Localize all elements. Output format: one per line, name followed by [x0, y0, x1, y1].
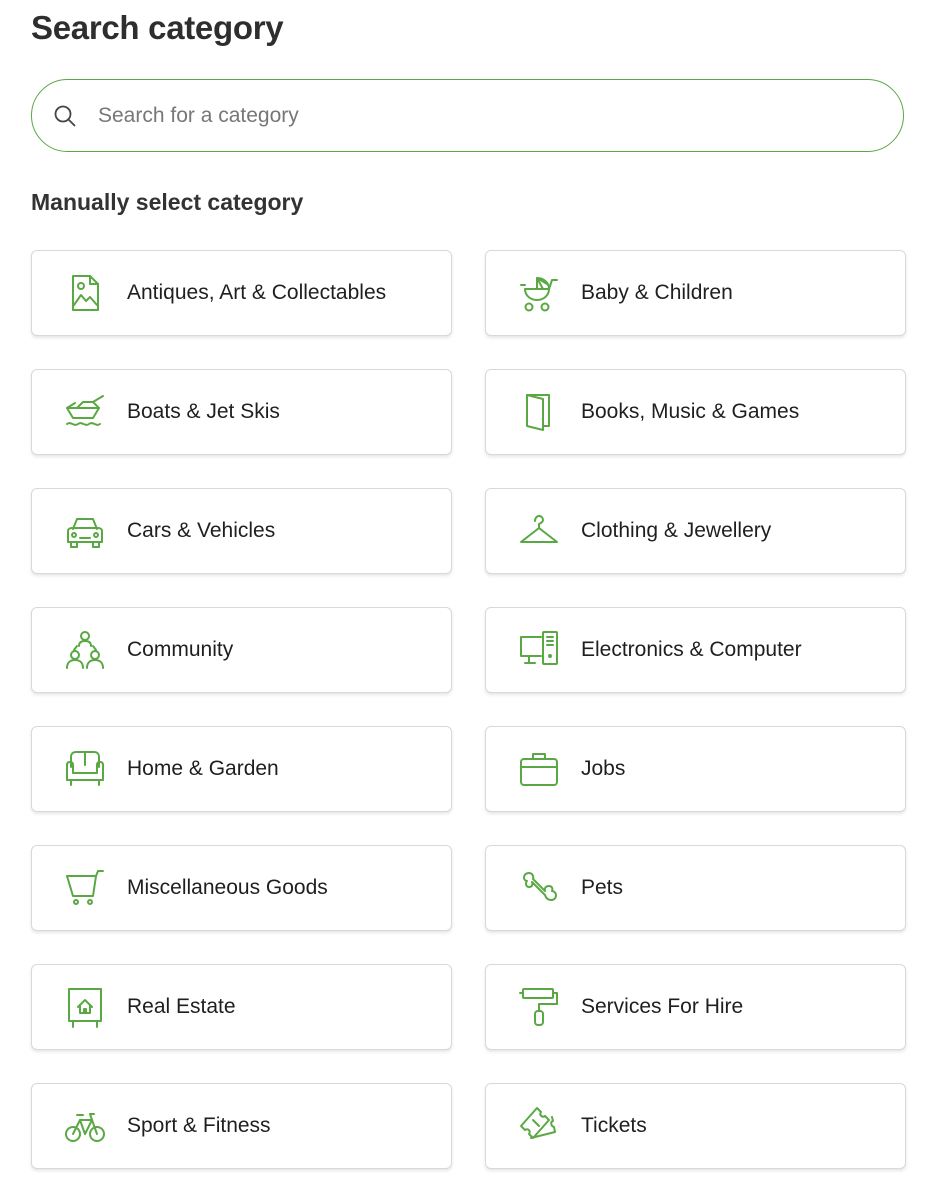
category-card-books[interactable]: Books, Music & Games [485, 369, 906, 455]
category-card-baby-children[interactable]: Baby & Children [485, 250, 906, 336]
category-card-jobs[interactable]: Jobs [485, 726, 906, 812]
boat-icon [63, 390, 107, 434]
category-label: Home & Garden [127, 757, 279, 780]
search-icon [53, 104, 77, 128]
category-label: Electronics & Computer [581, 638, 802, 661]
book-icon [517, 390, 561, 434]
bone-icon [517, 866, 561, 910]
category-label: Sport & Fitness [127, 1114, 271, 1137]
category-label: Books, Music & Games [581, 400, 800, 423]
category-card-sport-fitness[interactable]: Sport & Fitness [31, 1083, 452, 1169]
category-label: Tickets [581, 1114, 647, 1137]
shopping-cart-icon [63, 866, 107, 910]
category-card-pets[interactable]: Pets [485, 845, 906, 931]
category-card-real-estate[interactable]: Real Estate [31, 964, 452, 1050]
category-card-electronics[interactable]: Electronics & Computer [485, 607, 906, 693]
category-label: Clothing & Jewellery [581, 519, 772, 542]
search-box[interactable] [31, 79, 904, 152]
category-card-misc-goods[interactable]: Miscellaneous Goods [31, 845, 452, 931]
category-label: Miscellaneous Goods [127, 876, 328, 899]
category-label: Services For Hire [581, 995, 744, 1018]
category-page: Search category Manually select category… [0, 0, 933, 1177]
category-card-cars[interactable]: Cars & Vehicles [31, 488, 452, 574]
picture-frame-icon [63, 271, 107, 315]
category-grid: Antiques, Art & Collectables Baby & Chil… [31, 250, 906, 1169]
people-group-icon [63, 628, 107, 672]
ticket-icon [517, 1104, 561, 1148]
car-icon [63, 509, 107, 553]
category-card-boats[interactable]: Boats & Jet Skis [31, 369, 452, 455]
house-sign-icon [63, 985, 107, 1029]
category-card-antiques[interactable]: Antiques, Art & Collectables [31, 250, 452, 336]
category-label: Boats & Jet Skis [127, 400, 280, 423]
desktop-computer-icon [517, 628, 561, 672]
sofa-icon [63, 747, 107, 791]
category-card-tickets[interactable]: Tickets [485, 1083, 906, 1169]
category-card-home-garden[interactable]: Home & Garden [31, 726, 452, 812]
paint-roller-icon [517, 985, 561, 1029]
category-label: Jobs [581, 757, 626, 780]
category-label: Antiques, Art & Collectables [127, 281, 387, 304]
category-label: Real Estate [127, 995, 236, 1018]
category-card-community[interactable]: Community [31, 607, 452, 693]
category-card-clothing[interactable]: Clothing & Jewellery [485, 488, 906, 574]
category-label: Pets [581, 876, 624, 899]
briefcase-icon [517, 747, 561, 791]
search-input[interactable] [98, 85, 873, 146]
page-title: Search category [31, 9, 284, 46]
category-label: Community [127, 638, 234, 661]
category-label: Cars & Vehicles [127, 519, 276, 542]
category-card-services[interactable]: Services For Hire [485, 964, 906, 1050]
category-label: Baby & Children [581, 281, 733, 304]
pram-icon [517, 271, 561, 315]
bicycle-icon [63, 1104, 107, 1148]
coat-hanger-icon [517, 509, 561, 553]
section-title: Manually select category [31, 189, 304, 215]
